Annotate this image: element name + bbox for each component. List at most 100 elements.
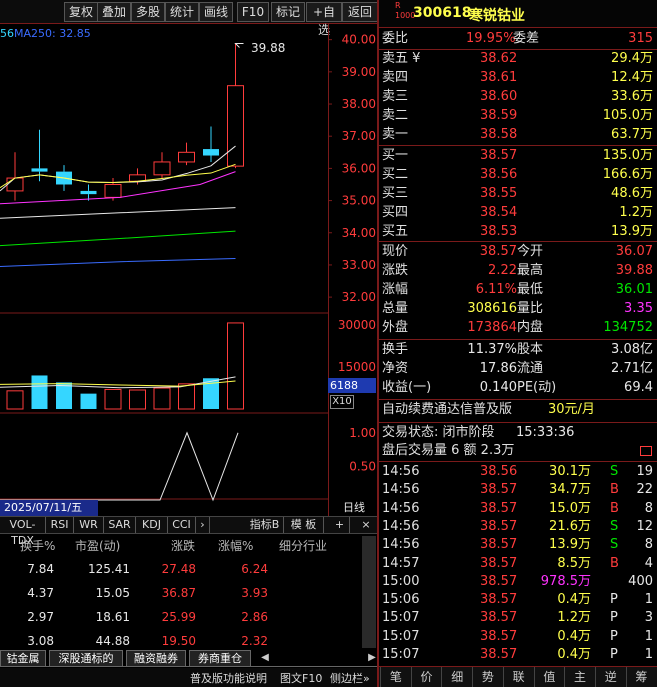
volume-bar[interactable] <box>56 382 72 409</box>
feature-help-link[interactable]: 普及版功能说明 <box>190 670 267 686</box>
candle-body[interactable] <box>6 177 24 192</box>
kline-chart[interactable]: 40.00 39.00 38.00 37.00 36.00 35.00 34.00 33.00… <box>0 24 378 517</box>
template-button[interactable]: 模 板 <box>284 517 324 533</box>
tick-list[interactable]: 14:56 38.56 30.1万 S 19 14:56 38.57 34.7万… <box>380 462 657 666</box>
bid-row[interactable]: 买四 38.54 1.2万 <box>380 204 657 222</box>
candle-body[interactable] <box>203 149 219 156</box>
volume-cursor-value: 6188 <box>328 378 376 393</box>
table-row[interactable]: 7.84 125.41 27.48 6.24 <box>0 560 360 578</box>
candle-body[interactable] <box>80 190 97 195</box>
ask-row[interactable]: 卖四 38.61 12.4万 <box>380 69 657 87</box>
volume-bar[interactable] <box>178 383 195 410</box>
tick-row[interactable]: 14:56 38.57 13.9万 S 8 <box>380 536 657 554</box>
table-row[interactable]: 3.08 44.88 19.50 2.32 <box>0 632 360 650</box>
ask-row[interactable]: 卖二 38.59 105.0万 <box>380 107 657 125</box>
overlay-button[interactable]: 叠加 <box>97 2 131 22</box>
fuquan-button[interactable]: 复权 <box>64 2 98 22</box>
tab-broker-holdings[interactable]: 券商重仓 <box>189 650 251 666</box>
tab-kdj[interactable]: KDJ <box>136 517 168 533</box>
cursor-date-label: 2025/07/11/五 <box>0 500 98 516</box>
table-row[interactable]: 4.37 15.05 36.87 3.93 <box>0 584 360 602</box>
promo-row[interactable]: 自动续费通达信普及版 30元/月 <box>380 401 657 419</box>
tab-next-icon[interactable]: › <box>196 517 210 533</box>
add-watchlist-button[interactable]: +自选 <box>306 2 342 37</box>
tick-row[interactable]: 15:00 38.57 978.5万 400 <box>380 573 657 591</box>
multi-stock-button[interactable]: 多股 <box>131 2 165 22</box>
col-header-change[interactable]: 涨跌 <box>171 537 195 554</box>
stats-button[interactable]: 统计 <box>165 2 199 22</box>
volume-bar[interactable] <box>80 393 97 409</box>
ask-row[interactable]: 卖三 38.60 33.6万 <box>380 88 657 106</box>
col-header-turnover[interactable]: 换手% <box>20 537 55 554</box>
mark-button[interactable]: 标记 <box>271 2 305 22</box>
bid-row[interactable]: 买五 38.53 13.9万 <box>380 223 657 241</box>
tab-cci[interactable]: CCI <box>168 517 196 533</box>
quote-stat-row: 涨幅 6.11% 最低 36.01 <box>382 282 653 297</box>
col-header-pe[interactable]: 市盈(动) <box>75 537 120 554</box>
bid-row[interactable]: 买三 38.55 48.6万 <box>380 185 657 203</box>
tick-row[interactable]: 14:56 38.57 15.0万 B 8 <box>380 500 657 518</box>
close-pane-button[interactable]: × <box>356 517 376 533</box>
quote-tool-button[interactable]: 筹 <box>625 667 657 687</box>
back-button[interactable]: 返回 <box>342 2 378 22</box>
candle-body[interactable] <box>104 183 122 198</box>
quote-tool-button[interactable]: 联 <box>502 667 534 687</box>
candle-body[interactable] <box>227 85 244 167</box>
volume-bar[interactable] <box>153 387 171 410</box>
ma250-label: MA250: 32.85 <box>14 27 91 40</box>
tick-row[interactable]: 14:56 38.57 21.6万 S 12 <box>380 518 657 536</box>
volume-bar[interactable] <box>104 388 122 410</box>
price-axis-label: 40.00 <box>342 33 376 47</box>
tick-row[interactable]: 15:07 38.57 0.4万 P 1 <box>380 646 657 664</box>
bid-row[interactable]: 买一 38.57 135.0万 <box>380 147 657 165</box>
tab-cobalt-metal[interactable]: 钴金属 <box>0 650 46 666</box>
add-pane-button[interactable]: + <box>330 517 350 533</box>
ask-row[interactable]: 卖五 ¥ 38.62 29.4万 <box>380 50 657 68</box>
quote-tool-button[interactable]: 笔 <box>380 667 411 687</box>
quote-tool-button[interactable]: 逆 <box>594 667 626 687</box>
price-axis-label: 36.00 <box>342 161 376 175</box>
ask-row[interactable]: 卖一 38.58 63.7万 <box>380 126 657 144</box>
period-label[interactable]: 日线 <box>330 500 378 516</box>
tab-wr[interactable]: WR <box>74 517 104 533</box>
tab-sar[interactable]: SAR <box>104 517 136 533</box>
tabs-scroll-left-icon[interactable]: ◀ <box>258 651 272 665</box>
tab-vol-tdx[interactable]: VOL-TDX <box>0 517 46 547</box>
stock-terminal: 复权 叠加 多股 统计 画线 F10 标记 +自选 返回 40.00 39.00 3… <box>0 0 657 687</box>
volume-bar[interactable] <box>129 389 146 410</box>
tick-row[interactable]: 14:56 38.56 30.1万 S 19 <box>380 463 657 481</box>
bid-row[interactable]: 买二 38.56 166.6万 <box>380 166 657 184</box>
draw-line-button[interactable]: 画线 <box>199 2 233 22</box>
table-scrollbar[interactable] <box>362 536 376 648</box>
price-axis-label: 33.00 <box>342 258 376 272</box>
table-row[interactable]: 2.97 18.61 25.99 2.86 <box>0 608 360 626</box>
volume-bar[interactable] <box>227 322 244 410</box>
tick-row[interactable]: 14:56 38.57 34.7万 B 22 <box>380 481 657 499</box>
candle-body[interactable] <box>153 161 171 176</box>
tick-row[interactable]: 15:06 38.57 0.4万 P 1 <box>380 591 657 609</box>
f10-button[interactable]: F10 <box>237 2 269 22</box>
quote-tool-button[interactable]: 价 <box>410 667 442 687</box>
quote-tool-button[interactable]: 值 <box>533 667 565 687</box>
tick-row[interactable]: 14:57 38.57 8.5万 B 4 <box>380 555 657 573</box>
quote-tool-button[interactable]: 势 <box>472 667 503 687</box>
volume-bar[interactable] <box>6 390 24 410</box>
candle-body[interactable] <box>31 168 48 172</box>
candle-body[interactable] <box>178 151 195 163</box>
quote-tool-button[interactable]: 细 <box>441 667 472 687</box>
volume-bar[interactable] <box>31 375 48 409</box>
ma30-line <box>0 207 236 219</box>
tab-shenzhen-connect[interactable]: 深股通标的 <box>49 650 123 666</box>
tick-row[interactable]: 15:07 38.57 1.2万 P 3 <box>380 609 657 627</box>
col-header-industry[interactable]: 细分行业 <box>279 537 327 554</box>
col-header-change-pct[interactable]: 涨幅% <box>218 537 253 554</box>
tab-rsi[interactable]: RSI <box>46 517 74 533</box>
f10-graphic-link[interactable]: 图文F10 <box>280 670 322 686</box>
after-hours-detail-icon[interactable] <box>640 446 652 456</box>
price-axis-label: 37.00 <box>342 129 376 143</box>
tick-row[interactable]: 15:07 38.57 0.4万 P 1 <box>380 628 657 646</box>
quote-tool-button[interactable]: 主 <box>564 667 595 687</box>
tab-margin-trading[interactable]: 融资融券 <box>126 650 186 666</box>
sidebar-toggle[interactable]: 侧边栏» <box>330 670 370 686</box>
indicator-b-button[interactable]: 指标B <box>246 517 284 533</box>
